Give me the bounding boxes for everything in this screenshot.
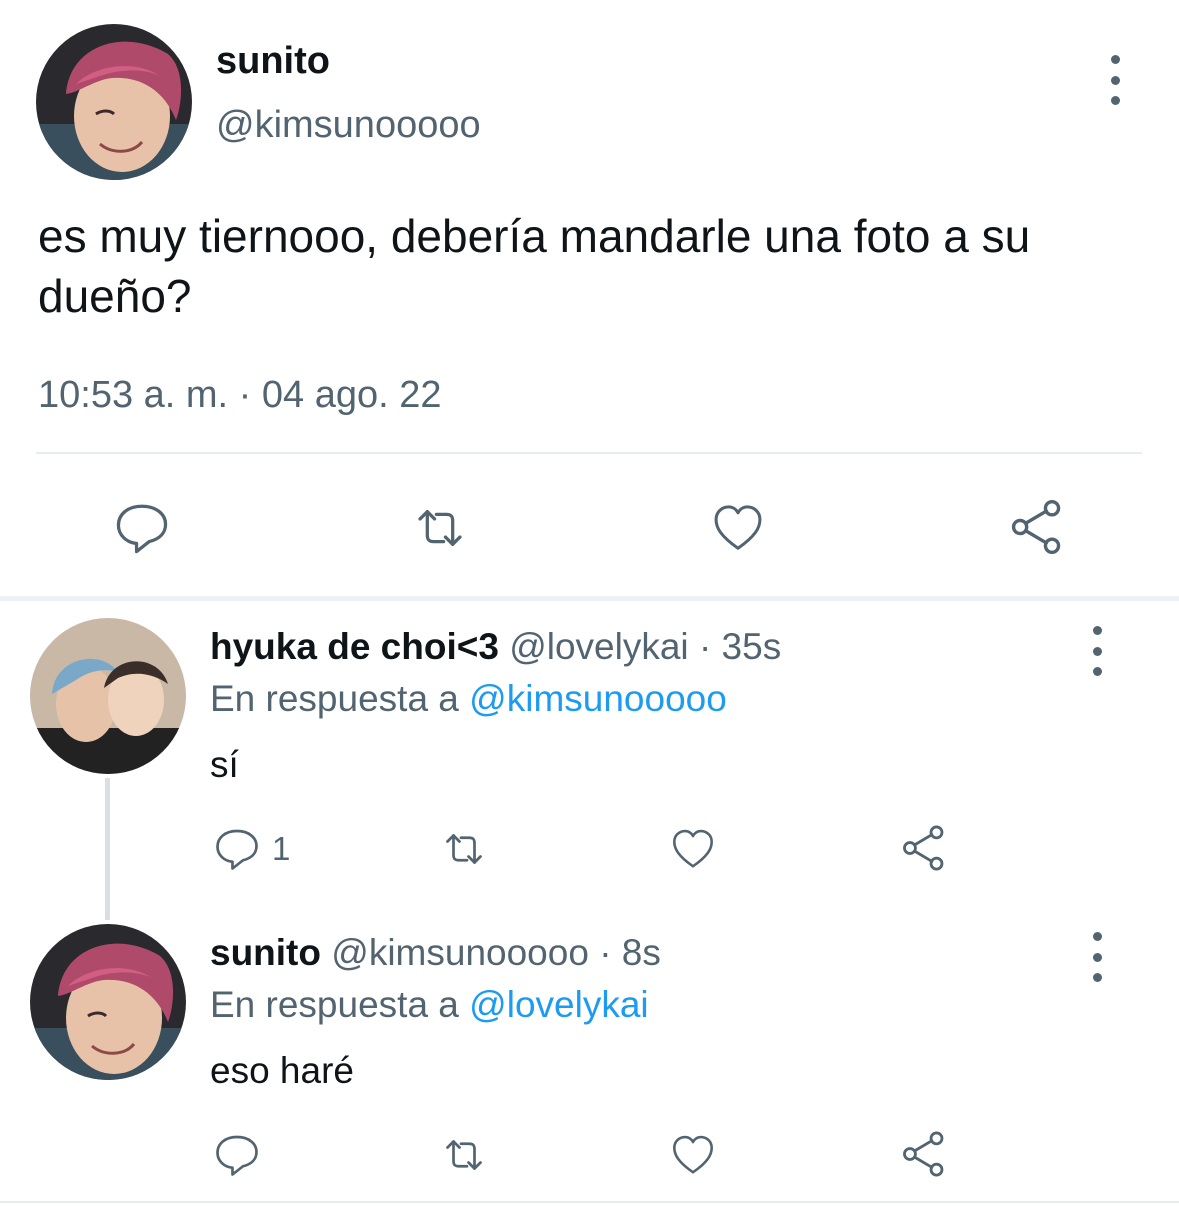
in-reply-to: En respuesta a @kimsunooooo: [210, 678, 727, 720]
reply-icon[interactable]: [112, 498, 172, 558]
mention-link[interactable]: @kimsunooooo: [469, 678, 727, 719]
retweet-icon[interactable]: [408, 498, 472, 558]
avatar[interactable]: [36, 24, 192, 180]
tweet-timestamp[interactable]: 10:53 a. m. · 04 ago. 22: [38, 374, 442, 417]
reply-icon[interactable]: [212, 824, 262, 874]
share-icon[interactable]: [1006, 496, 1068, 558]
share-icon[interactable]: [898, 1128, 950, 1180]
avatar[interactable]: [30, 924, 186, 1080]
thread-line: [105, 778, 110, 920]
like-icon[interactable]: [668, 824, 718, 874]
reply-header: sunito @kimsunooooo · 8s: [210, 932, 661, 974]
reply-time[interactable]: · 8s: [599, 932, 661, 973]
retweet-icon[interactable]: [436, 1130, 492, 1180]
like-icon[interactable]: [668, 1130, 718, 1180]
reply-text: sí: [210, 744, 239, 785]
reply-count: 1: [272, 830, 291, 867]
more-options-icon[interactable]: [1082, 626, 1112, 676]
retweet-icon[interactable]: [436, 824, 492, 874]
avatar[interactable]: [30, 618, 186, 774]
mention-link[interactable]: @lovelykai: [469, 984, 648, 1025]
share-icon[interactable]: [898, 822, 950, 874]
user-handle[interactable]: @lovelykai: [509, 626, 688, 667]
divider: [0, 1201, 1179, 1203]
reply-header: hyuka de choi<3 @lovelykai · 35s: [210, 626, 781, 668]
section-divider: [0, 596, 1179, 601]
reply-text: eso haré: [210, 1050, 354, 1091]
reply-icon[interactable]: [212, 1130, 262, 1180]
user-handle[interactable]: @kimsunooooo: [216, 104, 481, 147]
divider: [36, 452, 1142, 454]
tweet-text: es muy tiernooo, debería mandarle una fo…: [38, 210, 1031, 322]
display-name[interactable]: sunito: [210, 932, 321, 973]
like-icon[interactable]: [708, 498, 768, 558]
more-options-icon[interactable]: [1100, 55, 1130, 105]
reply-time[interactable]: · 35s: [699, 626, 781, 667]
user-handle[interactable]: @kimsunooooo: [331, 932, 589, 973]
in-reply-to: En respuesta a @lovelykai: [210, 984, 649, 1026]
in-reply-label: En respuesta a: [210, 984, 459, 1025]
more-options-icon[interactable]: [1082, 932, 1112, 982]
in-reply-label: En respuesta a: [210, 678, 459, 719]
display-name[interactable]: hyuka de choi<3: [210, 626, 499, 667]
display-name[interactable]: sunito: [216, 40, 330, 83]
